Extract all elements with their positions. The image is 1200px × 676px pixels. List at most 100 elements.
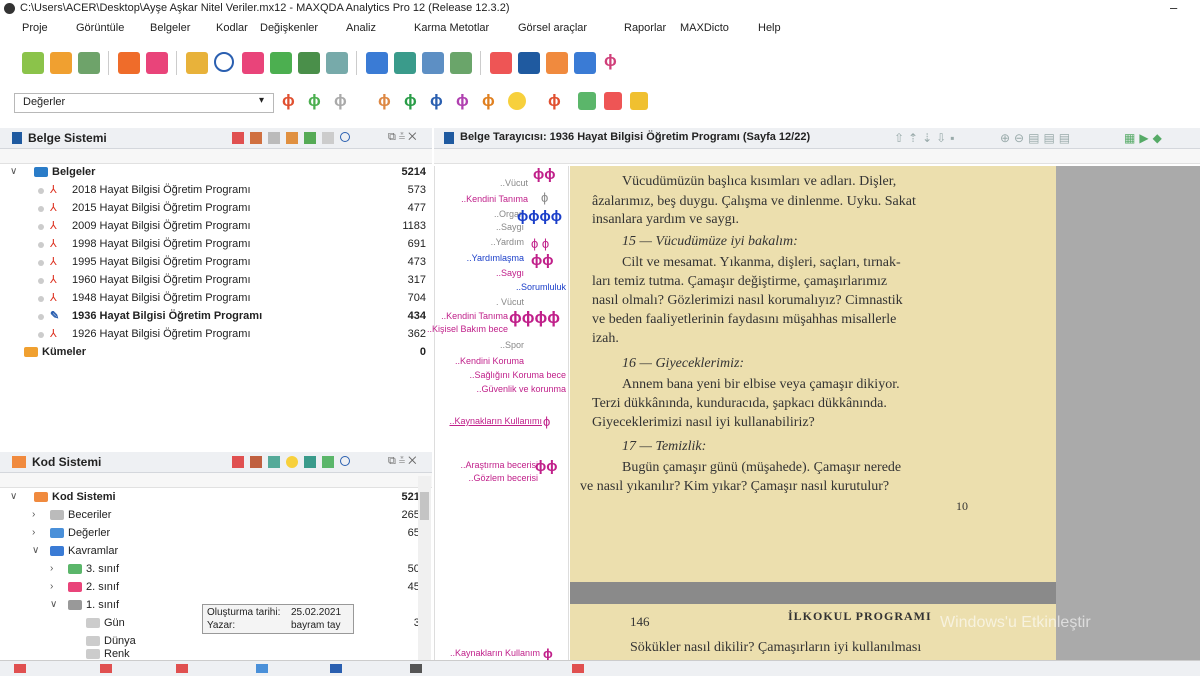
margin-code-label[interactable]: ..Spor	[500, 340, 524, 350]
grid-icon[interactable]	[270, 52, 292, 74]
code-marker-icon[interactable]: ϕϕ	[535, 458, 558, 475]
document-row-active[interactable]: ✎ 1936 Hayat Bilgisi Öğretim Programı 434	[0, 308, 432, 326]
emoticon-icon[interactable]	[286, 456, 298, 468]
chevron-right-icon[interactable]: ›	[50, 581, 53, 592]
code-row[interactable]: › Beceriler 2652	[0, 507, 432, 525]
document-row[interactable]: ⅄ 1995 Hayat Bilgisi Öğretim Programı 473	[0, 254, 432, 272]
code-combo-select[interactable]: Değerler ▾	[14, 93, 274, 113]
browser-tools-icon[interactable]: ▦▶◆	[1124, 131, 1166, 145]
menu-maxdicto[interactable]: MAXDicto	[680, 22, 729, 34]
scrollbar-thumb[interactable]	[420, 492, 429, 520]
import-document-icon[interactable]	[250, 132, 262, 144]
browser-navigation-icon[interactable]: ⇧⇡⇣⇩▪	[894, 131, 958, 145]
window-layout-1-icon[interactable]	[366, 52, 388, 74]
window-controls-icon[interactable]: ⧉ ⩮ ✕	[388, 131, 417, 144]
menu-raporlar[interactable]: Raporlar	[624, 22, 666, 34]
code-row[interactable]: › Değerler 656	[0, 525, 432, 543]
new-document-icon[interactable]	[232, 132, 244, 144]
window-controls-icon[interactable]: ⧉ ⩮ ✕	[388, 455, 417, 468]
margin-code-label[interactable]: ..Kişisel Bakım bece	[427, 324, 508, 334]
document-row[interactable]: ⅄ 1926 Hayat Bilgisi Öğretim Programı 362	[0, 326, 432, 344]
code-marker-icon[interactable]: ϕϕ	[531, 252, 554, 269]
code-system-scrollbar[interactable]	[418, 476, 431, 660]
import-icon[interactable]	[118, 52, 140, 74]
menu-analiz[interactable]: Analiz	[346, 22, 376, 34]
window-layout-3-icon[interactable]	[422, 52, 444, 74]
window-layout-4-icon[interactable]	[450, 52, 472, 74]
code-marker-icon[interactable]: ϕ	[543, 414, 550, 429]
menu-kodlar[interactable]: Kodlar	[216, 22, 248, 34]
document-browser-toggle-icon[interactable]	[518, 52, 540, 74]
chevron-down-icon[interactable]: ∨	[50, 599, 57, 610]
chevron-right-icon[interactable]: ›	[32, 527, 35, 538]
code-in-vivo-icon[interactable]: ϕ	[334, 91, 347, 111]
new-memo-icon[interactable]	[630, 92, 648, 110]
margin-code-label[interactable]: ..Saygı	[496, 268, 524, 278]
new-code-icon[interactable]: ϕ	[308, 91, 321, 111]
link-icon[interactable]	[322, 456, 334, 468]
code-root-row[interactable]: ∨ Kod Sistemi 5214	[0, 489, 432, 507]
delete-code-icon[interactable]: ϕ	[548, 91, 561, 111]
menu-karma-metotlar[interactable]: Karma Metotlar	[414, 22, 489, 34]
new-project-icon[interactable]	[22, 52, 44, 74]
document-row[interactable]: ⅄ 2009 Hayat Bilgisi Öğretim Programı 1183	[0, 218, 432, 236]
document-group-icon[interactable]	[268, 132, 280, 144]
margin-code-label[interactable]: ..Kendini Tanıma	[441, 311, 508, 321]
code-favorites-icon[interactable]	[250, 456, 262, 468]
code-marker-icon[interactable]: ϕ	[541, 190, 548, 205]
new-code-icon[interactable]	[232, 456, 244, 468]
code-row[interactable]: › 2. sınıf 455	[0, 579, 432, 597]
archive-icon[interactable]	[78, 52, 100, 74]
code-marker-icon[interactable]: ϕϕϕϕ	[509, 308, 560, 328]
color-code-orange-icon[interactable]: ϕ	[482, 91, 495, 111]
window-layout-2-icon[interactable]	[394, 52, 416, 74]
code-row[interactable]: › 3. sınıf 504	[0, 561, 432, 579]
chevron-down-icon[interactable]: ∨	[10, 166, 17, 177]
emoticode-icon[interactable]	[508, 92, 526, 110]
document-row[interactable]: ⅄ 2015 Hayat Bilgisi Öğretim Programı 477	[0, 200, 432, 218]
sets-row[interactable]: Kümeler 0	[0, 344, 432, 362]
code-sets-icon[interactable]	[268, 456, 280, 468]
color-code-green-icon[interactable]: ϕ	[404, 91, 417, 111]
chevron-right-icon[interactable]: ›	[50, 563, 53, 574]
color-code-magenta-icon[interactable]: ϕ	[456, 91, 469, 111]
grid-icon[interactable]	[304, 456, 316, 468]
margin-code-label[interactable]: ..Araştırma becerisi	[460, 460, 538, 470]
margin-code-label[interactable]: ..Güvenlik ve korunma	[476, 384, 566, 394]
minimize-button[interactable]: –	[1170, 0, 1177, 15]
margin-code-label[interactable]: ..Sorumluluk	[516, 282, 566, 292]
margin-code-label[interactable]: ..Kendini Koruma	[455, 356, 524, 366]
menu-goruntule[interactable]: Görüntüle	[76, 22, 124, 34]
document-row[interactable]: ⅄ 1960 Hayat Bilgisi Öğretim Programı 317	[0, 272, 432, 290]
chevron-right-icon[interactable]: ›	[32, 509, 35, 520]
link-icon[interactable]	[322, 132, 334, 144]
remove-memo-icon[interactable]	[604, 92, 622, 110]
code-row[interactable]: ∨Kavramlar0	[0, 543, 432, 561]
margin-code-label[interactable]: ..Kaynakların Kullanım	[450, 648, 540, 658]
link-icon[interactable]	[146, 52, 168, 74]
document-set-icon[interactable]	[304, 132, 316, 144]
chevron-down-icon[interactable]: ▾	[259, 95, 264, 106]
documents-root-row[interactable]: ∨ Belgeler 5214	[0, 164, 432, 182]
code-icon[interactable]: ϕ	[282, 91, 295, 111]
code-marker-icon[interactable]: ϕ ϕ	[531, 236, 549, 251]
menu-gorsel-araclar[interactable]: Görsel araçlar	[518, 22, 587, 34]
margin-code-label[interactable]: ..Gözlem becerisi	[468, 473, 538, 483]
margin-code-label[interactable]: ..Kendini Tanıma	[461, 194, 528, 204]
retrieved-segments-toggle-icon[interactable]	[574, 52, 596, 74]
table-icon[interactable]	[298, 52, 320, 74]
search-icon[interactable]	[340, 456, 350, 466]
code-marker-icon[interactable]: ϕϕ	[533, 166, 556, 183]
color-code-red-icon[interactable]: ϕ	[378, 91, 391, 111]
margin-code-label[interactable]: ..Vücut	[500, 178, 528, 188]
menu-belgeler[interactable]: Belgeler	[150, 22, 190, 34]
zoom-icon[interactable]: ⊕⊖▤▤▤	[1000, 131, 1074, 145]
document-row[interactable]: ⅄ 1998 Hayat Bilgisi Öğretim Programı 691	[0, 236, 432, 254]
code-marker-icon[interactable]: ϕϕϕϕ	[517, 208, 562, 225]
lexical-search-icon[interactable]	[242, 52, 264, 74]
margin-code-label[interactable]: ..Yardımlaşma	[467, 253, 524, 263]
chevron-down-icon[interactable]: ∨	[10, 491, 17, 502]
menu-help[interactable]: Help	[758, 22, 781, 34]
margin-code-label[interactable]: . Vücut	[496, 297, 524, 307]
overview-icon[interactable]	[326, 52, 348, 74]
